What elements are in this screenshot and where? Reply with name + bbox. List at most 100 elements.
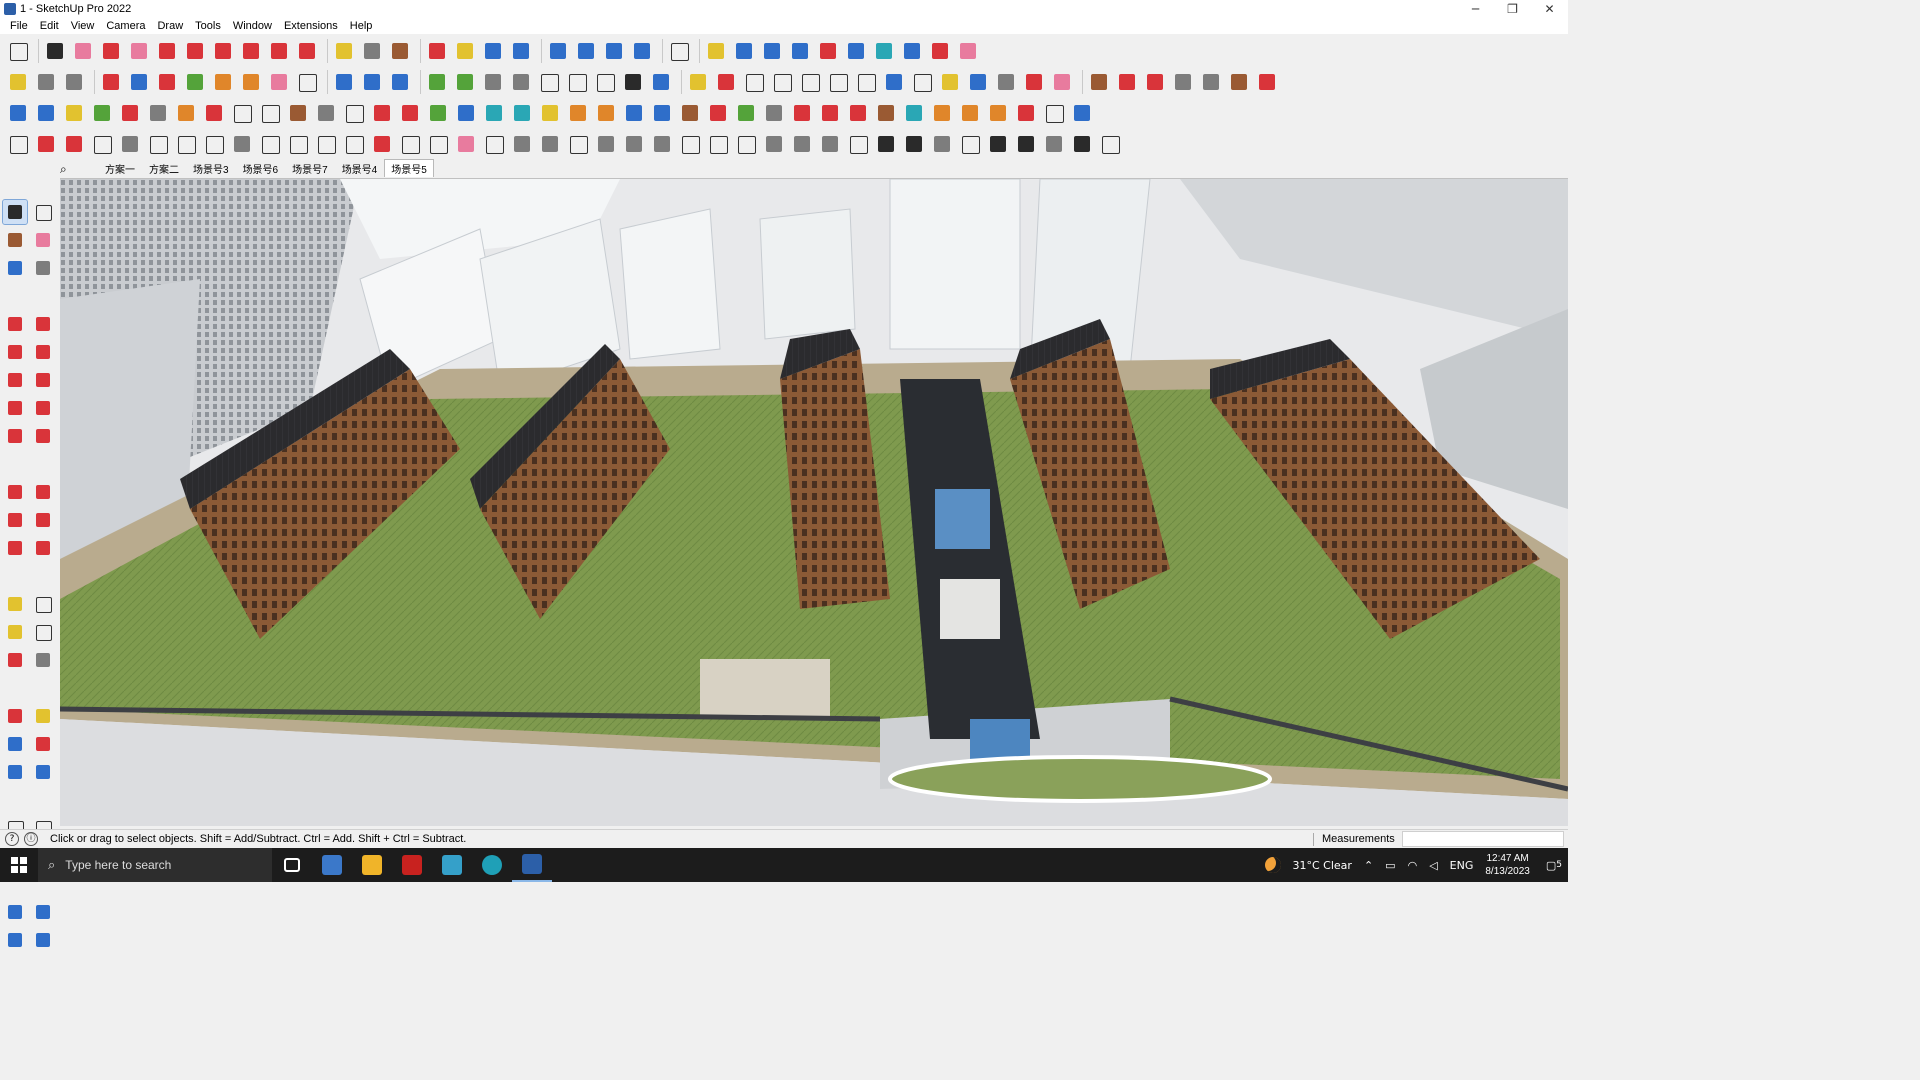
- component-red-3-icon[interactable]: [846, 101, 870, 125]
- scene-tab-4[interactable]: 场景号4: [335, 159, 385, 177]
- measure-line-icon[interactable]: [1022, 70, 1046, 94]
- redo-icon[interactable]: [928, 39, 952, 63]
- spiral-stairs-icon[interactable]: [510, 132, 534, 156]
- volume-icon[interactable]: ◁: [1429, 859, 1437, 872]
- three-point-arc-icon[interactable]: [3, 424, 27, 448]
- menu-camera[interactable]: Camera: [100, 20, 151, 32]
- front-view-icon[interactable]: [62, 70, 86, 94]
- arc-icon[interactable]: [3, 396, 27, 420]
- paint-bucket-icon[interactable]: [388, 39, 412, 63]
- top-view-icon[interactable]: [34, 70, 58, 94]
- section-cut-icon[interactable]: [388, 70, 412, 94]
- component-green-icon[interactable]: [734, 101, 758, 125]
- extension-warehouse-icon[interactable]: [509, 70, 533, 94]
- face-tool-3-icon[interactable]: [62, 101, 86, 125]
- pattern-2-icon[interactable]: [902, 132, 926, 156]
- loop-red-icon[interactable]: [706, 101, 730, 125]
- pushpull-x-icon[interactable]: [239, 70, 263, 94]
- menu-draw[interactable]: Draw: [151, 20, 189, 32]
- extension-4-icon[interactable]: [788, 39, 812, 63]
- info-icon[interactable]: ⓘ: [24, 832, 38, 846]
- face-tool-4-icon[interactable]: [90, 101, 114, 125]
- push-pull-icon[interactable]: [31, 480, 55, 504]
- pan-icon[interactable]: [453, 39, 477, 63]
- eraser-icon[interactable]: [31, 228, 55, 252]
- clock[interactable]: 12:47 AM 8/13/2023: [1485, 852, 1530, 878]
- chat-icon[interactable]: [686, 70, 710, 94]
- offset-icon[interactable]: [31, 536, 55, 560]
- shape-parallelogram-icon[interactable]: [854, 70, 878, 94]
- tape-measure-icon[interactable]: [332, 39, 356, 63]
- weather-text[interactable]: 31°C Clear: [1293, 859, 1352, 872]
- grid-orange-icon[interactable]: [930, 101, 954, 125]
- menu-help[interactable]: Help: [344, 20, 379, 32]
- zoom-icon[interactable]: [481, 39, 505, 63]
- taskbar-calculator[interactable]: [312, 848, 352, 882]
- polygon-icon[interactable]: [31, 368, 55, 392]
- extension-6-icon[interactable]: [844, 39, 868, 63]
- fold-icon[interactable]: [594, 132, 618, 156]
- model-viewport[interactable]: [60, 178, 1568, 826]
- axes-icon[interactable]: [650, 101, 674, 125]
- device-icon[interactable]: ▭: [1385, 859, 1395, 872]
- house-3-icon[interactable]: [593, 70, 617, 94]
- measurements-input[interactable]: [1402, 831, 1564, 847]
- shape-star-icon[interactable]: [938, 70, 962, 94]
- paint-bucket-icon[interactable]: [3, 228, 27, 252]
- start-button[interactable]: [0, 848, 38, 882]
- line-red-icon[interactable]: [714, 70, 738, 94]
- offset-icon[interactable]: [211, 39, 235, 63]
- scene-tab-3[interactable]: 场景号3: [186, 159, 236, 177]
- zoom-window-icon[interactable]: [31, 732, 55, 756]
- shape-hexagon-icon[interactable]: [798, 70, 822, 94]
- fillet-tool-icon[interactable]: [342, 101, 366, 125]
- beam-icon[interactable]: [678, 132, 702, 156]
- rectangle-icon[interactable]: [3, 340, 27, 364]
- previous-view-icon[interactable]: [31, 760, 55, 784]
- arc-orange-2-icon[interactable]: [594, 101, 618, 125]
- shape-arc-icon[interactable]: [882, 70, 906, 94]
- 3d-text-icon[interactable]: [31, 648, 55, 672]
- material-4-icon[interactable]: [1171, 70, 1195, 94]
- tag-icon[interactable]: [1050, 70, 1074, 94]
- explode-icon[interactable]: [1014, 101, 1038, 125]
- component-red-icon[interactable]: [790, 101, 814, 125]
- face-tool-2-icon[interactable]: [34, 101, 58, 125]
- scene-tab-5[interactable]: 场景号5: [384, 159, 434, 177]
- font-tool-icon[interactable]: [649, 70, 673, 94]
- orbit-icon[interactable]: [3, 704, 27, 728]
- box-icon[interactable]: [678, 101, 702, 125]
- grid-brown-icon[interactable]: [874, 101, 898, 125]
- rotated-rectangle-icon[interactable]: [31, 340, 55, 364]
- shape-gray-icon[interactable]: [994, 70, 1018, 94]
- box-gray-icon[interactable]: [230, 132, 254, 156]
- tray-overflow-icon[interactable]: ⌃: [1364, 859, 1373, 872]
- pie-icon[interactable]: [31, 424, 55, 448]
- scene-tab-1[interactable]: 方案一: [98, 159, 142, 177]
- pushpull-f-icon[interactable]: [267, 70, 291, 94]
- menu-file[interactable]: File: [4, 20, 34, 32]
- layers-icon[interactable]: [602, 39, 626, 63]
- minimize-button[interactable]: ─: [1457, 0, 1494, 18]
- red-square-icon[interactable]: [202, 101, 226, 125]
- railing-icon[interactable]: [622, 132, 646, 156]
- curve-points-icon[interactable]: [1042, 101, 1066, 125]
- bezier-tool-icon[interactable]: [370, 101, 394, 125]
- sphere-2-icon[interactable]: [1014, 132, 1038, 156]
- grid-orange-3-icon[interactable]: [986, 101, 1010, 125]
- styles-icon[interactable]: [31, 900, 55, 924]
- taskbar-sketchup[interactable]: [512, 848, 552, 882]
- components-icon[interactable]: [546, 39, 570, 63]
- undo-icon[interactable]: [900, 39, 924, 63]
- house-2-icon[interactable]: [565, 70, 589, 94]
- pyramid-icon[interactable]: [538, 101, 562, 125]
- scene-search-icon[interactable]: ⌕: [60, 161, 76, 177]
- zoom-extents-icon[interactable]: [3, 760, 27, 784]
- louver-icon[interactable]: [762, 132, 786, 156]
- tape-measure-icon[interactable]: [3, 592, 27, 616]
- zoom-extents-icon[interactable]: [6, 39, 30, 63]
- face-tool-6-icon[interactable]: [146, 101, 170, 125]
- pencil-icon[interactable]: [99, 39, 123, 63]
- weather-moon-icon[interactable]: [1264, 857, 1281, 873]
- outliner-icon[interactable]: [630, 39, 654, 63]
